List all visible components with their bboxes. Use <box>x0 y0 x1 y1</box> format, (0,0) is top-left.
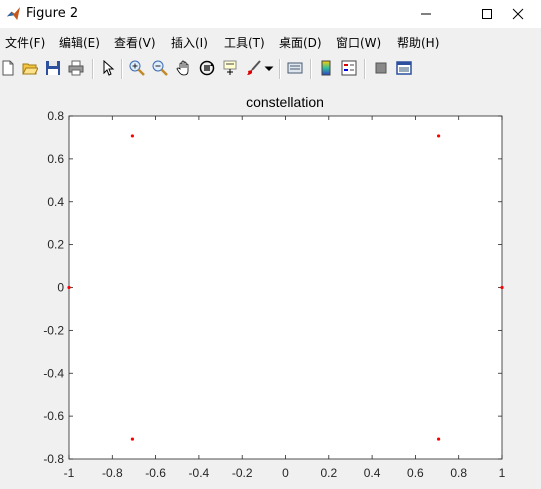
brush-button[interactable] <box>244 58 264 78</box>
data-point <box>436 437 441 441</box>
print-button[interactable] <box>66 58 86 78</box>
chevron-down-icon <box>264 66 274 71</box>
data-cursor-icon <box>223 60 237 75</box>
matlab-icon <box>6 6 21 21</box>
pan-button[interactable] <box>174 58 194 78</box>
menu-tools[interactable]: 工具(T) <box>224 34 265 51</box>
hide-plot-tools-button[interactable] <box>371 58 391 78</box>
x-tick-label: -0.4 <box>189 466 210 480</box>
pan-icon <box>176 60 189 76</box>
y-tick-label: -0.4 <box>43 366 64 380</box>
x-tick-label: -0.2 <box>232 466 253 480</box>
y-tick-label: 0.4 <box>47 195 64 209</box>
brush-dropdown[interactable] <box>263 58 275 78</box>
maximize-icon <box>482 9 492 19</box>
x-tick-label: -1 <box>64 466 75 480</box>
hide-plot-tools-icon <box>375 62 387 74</box>
zoom-in-icon <box>129 60 145 76</box>
menu-insert[interactable]: 插入(I) <box>171 34 208 51</box>
data-point <box>436 134 441 138</box>
close-icon <box>512 8 524 20</box>
link-plot-icon <box>287 62 303 74</box>
y-tick-label: 0.6 <box>47 152 64 166</box>
y-tick-label: 0.8 <box>47 109 64 123</box>
minimize-button[interactable] <box>403 0 449 28</box>
y-tick-label: 0 <box>57 281 64 295</box>
colorbar-button[interactable] <box>316 58 336 78</box>
print-icon <box>68 60 84 76</box>
colorbar-icon <box>321 60 331 76</box>
x-tick-label: 0 <box>282 466 289 480</box>
open-icon <box>22 63 38 75</box>
x-tick-label: -0.8 <box>102 466 123 480</box>
y-tick-label: -0.8 <box>43 452 64 466</box>
new-figure-icon <box>2 60 14 76</box>
zoom-out-icon <box>152 60 168 76</box>
menu-file[interactable]: 文件(F) <box>5 34 45 51</box>
menu-bar: 文件(F) 编辑(E) 查看(V) 插入(I) 工具(T) 桌面(D) 窗口(W… <box>0 30 541 52</box>
new-figure-button[interactable] <box>0 58 18 78</box>
axes-background <box>68 115 503 460</box>
show-plot-tools-button[interactable] <box>394 58 414 78</box>
y-tick-label: -0.6 <box>43 409 64 423</box>
menu-edit[interactable]: 编辑(E) <box>59 34 100 51</box>
data-point <box>130 134 135 138</box>
close-button[interactable] <box>495 0 541 28</box>
toolbar-separator <box>310 59 312 79</box>
zoom-out-button[interactable] <box>150 58 170 78</box>
menu-window[interactable]: 窗口(W) <box>336 34 381 51</box>
x-tick-label: 1 <box>499 466 506 480</box>
brush-icon <box>247 60 261 75</box>
save-icon <box>46 61 60 75</box>
data-cursor-button[interactable] <box>220 58 240 78</box>
pointer-button[interactable] <box>98 58 118 78</box>
x-tick-label: 0.8 <box>450 466 467 480</box>
y-tick-label: 0.2 <box>47 238 64 252</box>
toolbar-separator <box>121 59 123 79</box>
data-point <box>500 285 504 290</box>
show-plot-tools-icon <box>396 61 412 75</box>
x-tick-label: 0.4 <box>364 466 381 480</box>
open-button[interactable] <box>20 58 40 78</box>
legend-button[interactable] <box>339 58 359 78</box>
y-tick-label: -0.2 <box>43 323 64 337</box>
menu-view[interactable]: 查看(V) <box>114 34 156 51</box>
menu-desktop[interactable]: 桌面(D) <box>279 34 322 51</box>
menu-help[interactable]: 帮助(H) <box>397 34 439 51</box>
window-title: Figure 2 <box>26 6 79 21</box>
data-point <box>67 285 71 290</box>
figure-canvas: constellation -1 -0.8 -0.6 -0.4 -0.2 0 0.2 0.4 0… <box>0 86 541 489</box>
pointer-icon <box>103 60 115 76</box>
rotate-3d-button[interactable] <box>197 58 217 78</box>
title-bar: Figure 2 <box>0 0 541 28</box>
zoom-in-button[interactable] <box>127 58 147 78</box>
save-button[interactable] <box>43 58 63 78</box>
plot-title: constellation <box>246 94 324 110</box>
toolbar <box>0 55 541 83</box>
legend-icon <box>341 60 357 76</box>
rotate-3d-icon <box>199 60 215 76</box>
data-point <box>130 437 135 441</box>
x-tick-label: 0.6 <box>407 466 424 480</box>
toolbar-separator <box>279 59 281 79</box>
minimize-icon <box>421 13 431 15</box>
toolbar-separator <box>92 59 94 79</box>
plot-axes[interactable]: constellation -1 -0.8 -0.6 -0.4 -0.2 0 0.2 0.4 0… <box>0 86 541 489</box>
link-plot-button[interactable] <box>285 58 305 78</box>
x-tick-label: -0.6 <box>145 466 166 480</box>
toolbar-separator <box>364 59 366 79</box>
x-tick-label: 0.2 <box>320 466 337 480</box>
